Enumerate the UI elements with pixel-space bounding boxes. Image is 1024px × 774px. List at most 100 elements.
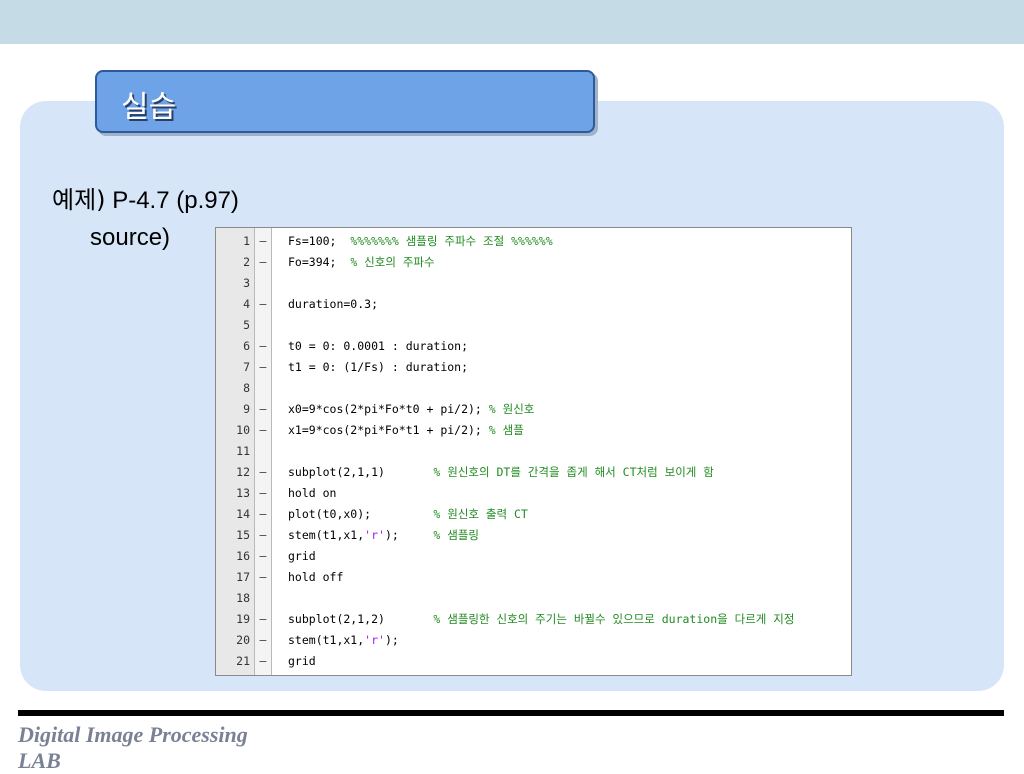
code-comment: % 샘플 <box>488 423 524 437</box>
breakpoint-marker[interactable]: – <box>256 483 270 504</box>
code-line: 18 <box>216 588 851 609</box>
code-comment: % 신호의 주파수 <box>350 255 435 269</box>
line-number: 17 <box>236 570 250 584</box>
code-segment: stem(t1,x1, <box>288 633 365 647</box>
line-number: 14 <box>236 507 250 521</box>
breakpoint-marker[interactable]: – <box>256 567 270 588</box>
code-line: 10– x1=9*cos(2*pi*Fo*t1 + pi/2); % 샘플 <box>216 420 851 441</box>
footer-line-1: Digital Image Processing <box>18 722 248 747</box>
code-line: 1– Fs=100; %%%%%%% 샘플링 주파수 조절 %%%%%% <box>216 231 851 252</box>
line-number: 3 <box>243 276 250 290</box>
line-number: 11 <box>236 444 250 458</box>
code-line: 12– subplot(2,1,1) % 원신호의 DT를 간격을 좁게 해서 C… <box>216 462 851 483</box>
breakpoint-marker[interactable]: – <box>256 546 270 567</box>
line-number: 5 <box>243 318 250 332</box>
code-text: Fo=394; % 신호의 주파수 <box>288 252 435 273</box>
code-line: 14– plot(t0,x0); % 원신호 출력 CT <box>216 504 851 525</box>
code-segment: Fo=394; <box>288 255 351 269</box>
code-line: 11 <box>216 441 851 462</box>
footer-lab-name: Digital Image Processing LAB <box>18 722 318 774</box>
line-number: 15 <box>236 528 250 542</box>
code-comment: % 원신호 출력 CT <box>433 507 528 521</box>
code-segment: hold off <box>288 570 344 584</box>
line-number: 10 <box>236 423 250 437</box>
line-number: 12 <box>236 465 250 479</box>
code-comment: % 원신호의 DT를 간격을 좁게 해서 CT처럼 보이게 함 <box>433 465 714 479</box>
code-segment: t0 = 0: 0.0001 : duration; <box>288 339 469 353</box>
code-text: stem(t1,x1,'r'); % 샘플링 <box>288 525 479 546</box>
code-comment: % 샘플링 <box>433 528 480 542</box>
code-line: 6– t0 = 0: 0.0001 : duration; <box>216 336 851 357</box>
breakpoint-marker[interactable]: – <box>256 609 270 630</box>
example-reference: P-4.7 (p.97) <box>105 187 239 214</box>
footer-rule <box>18 710 1004 716</box>
code-segment: grid <box>288 654 316 668</box>
code-comment: % 원신호 <box>488 402 535 416</box>
code-line: 19– subplot(2,1,2) % 샘플링한 신호의 주기는 바뀔수 있으므… <box>216 609 851 630</box>
code-segment: ); <box>384 633 399 647</box>
line-number: 8 <box>243 381 250 395</box>
code-text: stem(t1,x1,'r'); <box>288 630 399 651</box>
code-text: x1=9*cos(2*pi*Fo*t1 + pi/2); % 샘플 <box>288 420 524 441</box>
code-comment: %%%%%%% 샘플링 주파수 조절 %%%%%% <box>350 234 553 248</box>
code-segment: Fs=100; <box>288 234 351 248</box>
line-number: 6 <box>243 339 250 353</box>
breakpoint-marker[interactable]: – <box>256 399 270 420</box>
code-text: t1 = 0: (1/Fs) : duration; <box>288 357 468 378</box>
line-number: 1 <box>243 234 250 248</box>
line-number: 19 <box>236 612 250 626</box>
example-prefix: 예제) <box>52 186 106 214</box>
code-segment: duration=0.3; <box>288 297 379 311</box>
line-number: 21 <box>236 654 250 668</box>
code-segment: t1 = 0: (1/Fs) : duration; <box>288 360 469 374</box>
breakpoint-marker[interactable]: – <box>256 336 270 357</box>
code-text: hold on <box>288 483 336 504</box>
code-segment: stem(t1,x1, <box>288 528 365 542</box>
line-number: 16 <box>236 549 250 563</box>
code-text: plot(t0,x0); % 원신호 출력 CT <box>288 504 528 525</box>
breakpoint-marker[interactable]: – <box>256 252 270 273</box>
breakpoint-marker[interactable]: – <box>256 651 270 672</box>
code-line: 7– t1 = 0: (1/Fs) : duration; <box>216 357 851 378</box>
breakpoint-marker[interactable]: – <box>256 294 270 315</box>
slide-title-tab: 실습 <box>95 70 595 133</box>
code-line: 13– hold on <box>216 483 851 504</box>
code-line: 5 <box>216 315 851 336</box>
code-line: 21– grid <box>216 651 851 672</box>
line-number: 9 <box>243 402 250 416</box>
code-segment: hold on <box>288 486 337 500</box>
breakpoint-marker[interactable]: – <box>256 357 270 378</box>
code-segment: subplot(2,1,1) <box>288 465 434 479</box>
string-literal: 'r' <box>364 633 385 647</box>
code-line: 3 <box>216 273 851 294</box>
line-number: 7 <box>243 360 250 374</box>
code-line: 2– Fo=394; % 신호의 주파수 <box>216 252 851 273</box>
code-segment: x0=9*cos(2*pi*Fo*t0 + pi/2); <box>288 402 489 416</box>
code-text: grid <box>288 651 316 672</box>
line-number: 20 <box>236 633 250 647</box>
breakpoint-marker[interactable]: – <box>256 630 270 651</box>
breakpoint-marker[interactable]: – <box>256 420 270 441</box>
line-number: 4 <box>243 297 250 311</box>
code-line: 9– x0=9*cos(2*pi*Fo*t0 + pi/2); % 원신호 <box>216 399 851 420</box>
code-editor: 1– Fs=100; %%%%%%% 샘플링 주파수 조절 %%%%%% 2– Fo=… <box>215 227 852 676</box>
code-text: hold off <box>288 567 343 588</box>
footer-line-2: LAB <box>18 748 61 773</box>
code-text: subplot(2,1,2) % 샘플링한 신호의 주기는 바뀔수 있으므로 d… <box>288 609 794 630</box>
code-text: grid <box>288 546 316 567</box>
breakpoint-marker[interactable]: – <box>256 462 270 483</box>
source-label: source) <box>90 224 171 251</box>
breakpoint-marker[interactable]: – <box>256 504 270 525</box>
line-number: 2 <box>243 255 250 269</box>
code-line: 20– stem(t1,x1,'r'); <box>216 630 851 651</box>
code-text: duration=0.3; <box>288 294 378 315</box>
code-text: x0=9*cos(2*pi*Fo*t0 + pi/2); % 원신호 <box>288 399 534 420</box>
breakpoint-marker[interactable]: – <box>256 525 270 546</box>
top-banner <box>0 0 1024 44</box>
code-line: 16– grid <box>216 546 851 567</box>
code-line: 8 <box>216 378 851 399</box>
code-text: Fs=100; %%%%%%% 샘플링 주파수 조절 %%%%%% <box>288 231 553 252</box>
code-segment: subplot(2,1,2) <box>288 612 434 626</box>
slide-title: 실습 <box>121 90 177 125</box>
breakpoint-marker[interactable]: – <box>256 231 270 252</box>
